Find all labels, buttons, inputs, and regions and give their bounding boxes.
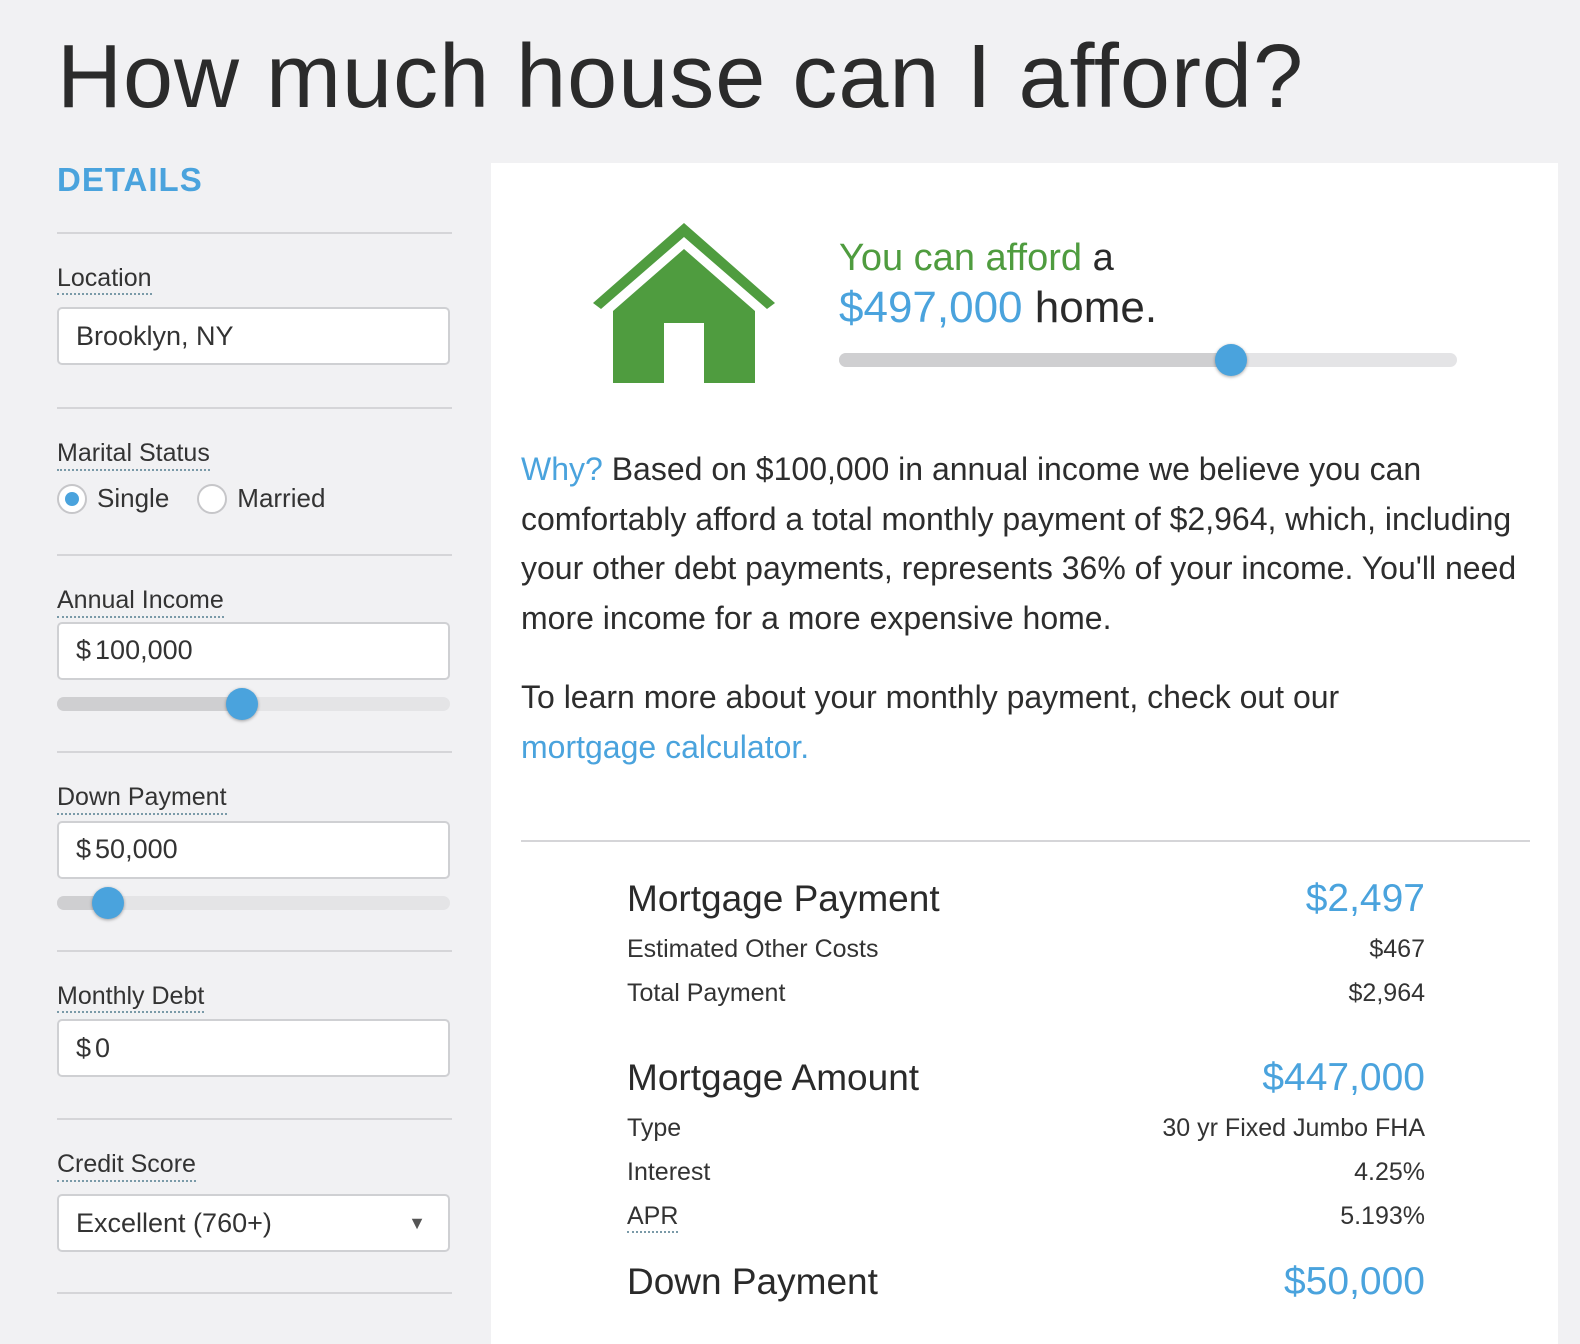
learn-more-text: To learn more about your monthly payment… <box>521 673 1531 772</box>
other-costs-row: Estimated Other Costs $467 <box>627 935 1425 979</box>
down-payment-input[interactable]: $ 50,000 <box>57 820 450 879</box>
location-field: Location Brooklyn, NY <box>57 234 452 410</box>
married-radio-label[interactable]: Married <box>237 483 325 514</box>
monthly-debt-value: 0 <box>95 1032 111 1063</box>
marital-status-label[interactable]: Marital Status <box>57 439 210 472</box>
monthly-debt-label[interactable]: Monthly Debt <box>57 982 205 1014</box>
mortgage-payment-value: $2,497 <box>1305 877 1425 920</box>
explanation-body: Based on $100,000 in annual income we be… <box>521 451 1517 636</box>
annual-income-currency: $ <box>76 635 92 666</box>
location-value: Brooklyn, NY <box>76 320 234 351</box>
annual-income-input[interactable]: $ 100,000 <box>57 621 450 680</box>
marital-status-options: Single Married <box>57 483 452 514</box>
annual-income-slider-fill <box>57 696 242 711</box>
type-label: Type <box>627 1114 682 1142</box>
annual-income-label[interactable]: Annual Income <box>57 586 224 618</box>
location-label[interactable]: Location <box>57 264 152 296</box>
down-payment-summary-row: Down Payment $50,000 <box>627 1260 1425 1318</box>
location-input[interactable]: Brooklyn, NY <box>57 307 450 366</box>
annual-income-field: Annual Income $ 100,000 <box>57 556 452 753</box>
down-payment-slider[interactable] <box>57 886 450 919</box>
total-payment-row: Total Payment $2,964 <box>627 979 1425 1023</box>
monthly-debt-input[interactable]: $ 0 <box>57 1019 450 1078</box>
interest-value: 4.25% <box>1354 1158 1425 1186</box>
mortgage-amount-value: $447,000 <box>1262 1056 1425 1099</box>
divider <box>521 840 1530 842</box>
details-sidebar: DETAILS Location Brooklyn, NY Marital St… <box>57 160 452 1295</box>
credit-score-field: Credit Score Excellent (760+) ▼ <box>57 1120 452 1295</box>
type-value: 30 yr Fixed Jumbo FHA <box>1162 1114 1425 1142</box>
payment-summary: Mortgage Payment $2,497 Estimated Other … <box>627 877 1425 1318</box>
afford-article: a <box>1092 237 1114 279</box>
mortgage-amount-row: Mortgage Amount $447,000 <box>627 1056 1425 1114</box>
afford-slider-fill <box>839 353 1232 367</box>
down-payment-field: Down Payment $ 50,000 <box>57 753 452 952</box>
afford-headline: You can afford a <box>839 237 1114 280</box>
mortgage-calculator-link[interactable]: mortgage calculator. <box>521 729 809 765</box>
chevron-down-icon: ▼ <box>408 1212 426 1233</box>
afford-lead: You can afford <box>839 237 1082 279</box>
page-title: How much house can I afford? <box>57 27 1305 127</box>
other-costs-label: Estimated Other Costs <box>627 935 879 963</box>
down-payment-summary-label: Down Payment <box>627 1261 878 1302</box>
afford-slider-thumb[interactable] <box>1215 344 1248 376</box>
down-payment-label[interactable]: Down Payment <box>57 783 227 815</box>
afford-suffix: home. <box>1034 283 1158 332</box>
afford-amount: $497,000 <box>839 283 1023 332</box>
details-heading: DETAILS <box>57 160 452 234</box>
total-payment-label: Total Payment <box>627 979 786 1007</box>
single-radio[interactable] <box>57 483 87 514</box>
type-row: Type 30 yr Fixed Jumbo FHA <box>627 1114 1425 1158</box>
down-payment-value: 50,000 <box>95 834 178 865</box>
single-radio-label[interactable]: Single <box>97 483 169 514</box>
married-radio[interactable] <box>197 483 228 514</box>
mortgage-payment-label: Mortgage Payment <box>627 878 940 919</box>
afford-slider[interactable] <box>839 344 1457 376</box>
mortgage-amount-label: Mortgage Amount <box>627 1057 920 1098</box>
down-payment-currency: $ <box>76 834 92 865</box>
annual-income-value: 100,000 <box>95 635 193 666</box>
credit-score-label[interactable]: Credit Score <box>57 1150 196 1183</box>
apr-value: 5.193% <box>1340 1202 1425 1230</box>
annual-income-slider-thumb[interactable] <box>225 687 258 720</box>
learn-more-body: To learn more about your monthly payment… <box>521 679 1340 715</box>
apr-label[interactable]: APR <box>627 1202 679 1233</box>
credit-score-value: Excellent (760+) <box>76 1207 272 1238</box>
why-label: Why? <box>521 451 603 487</box>
interest-row: Interest 4.25% <box>627 1158 1425 1202</box>
apr-row: APR 5.193% <box>627 1202 1425 1246</box>
explanation-text: Why? Based on $100,000 in annual income … <box>521 445 1531 643</box>
other-costs-value: $467 <box>1369 935 1425 963</box>
monthly-debt-currency: $ <box>76 1032 92 1063</box>
annual-income-slider[interactable] <box>57 687 450 720</box>
down-payment-slider-thumb[interactable] <box>92 886 125 919</box>
interest-label: Interest <box>627 1158 711 1186</box>
mortgage-payment-row: Mortgage Payment $2,497 <box>627 877 1425 935</box>
afford-amount-line: $497,000 home. <box>839 283 1157 333</box>
credit-score-select[interactable]: Excellent (760+) ▼ <box>57 1194 450 1253</box>
marital-status-field: Marital Status Single Married <box>57 409 452 557</box>
down-payment-summary-value: $50,000 <box>1284 1260 1425 1303</box>
monthly-debt-field: Monthly Debt $ 0 <box>57 952 452 1121</box>
house-icon <box>593 223 775 383</box>
results-panel: You can afford a $497,000 home. Why? Bas… <box>491 163 1558 1344</box>
total-payment-value: $2,964 <box>1348 979 1425 1007</box>
